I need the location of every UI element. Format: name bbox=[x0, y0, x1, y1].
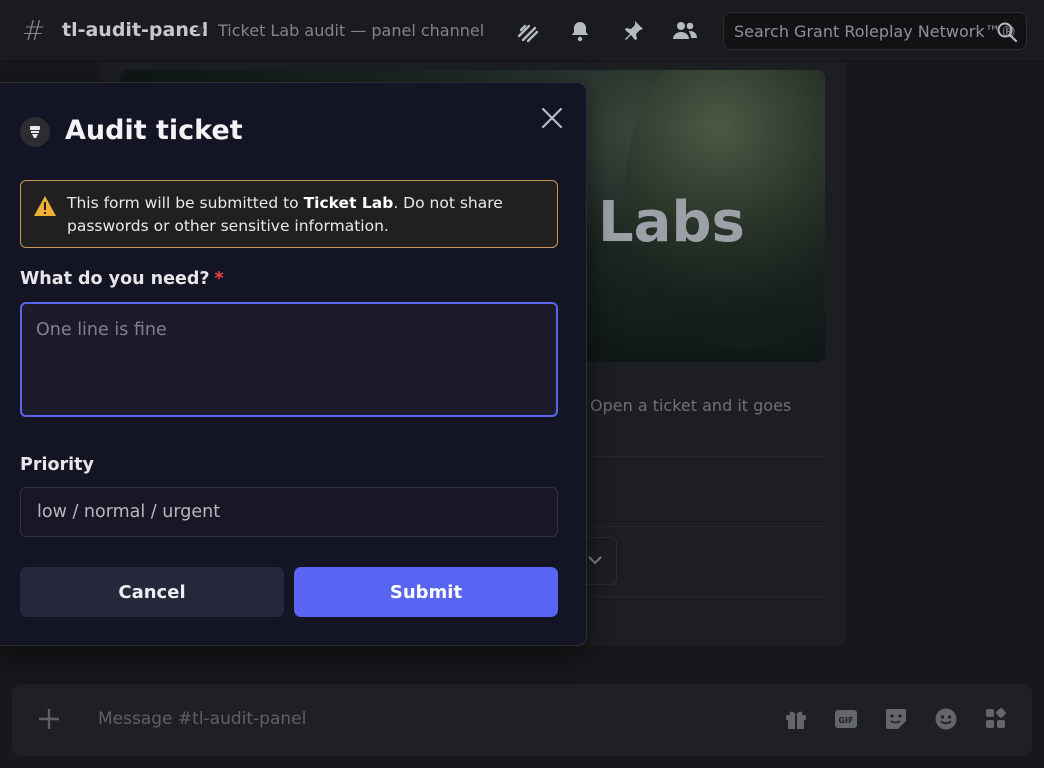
search-icon bbox=[996, 21, 1018, 43]
embed-divider bbox=[586, 526, 824, 527]
threads-icon[interactable] bbox=[515, 18, 541, 44]
banner-text: Labs bbox=[598, 190, 745, 255]
sticker-icon[interactable] bbox=[883, 706, 909, 732]
priority-field-label: Priority bbox=[20, 455, 94, 475]
audit-ticket-modal: Audit ticket This form will be submitted… bbox=[0, 82, 587, 646]
emoji-icon[interactable] bbox=[933, 706, 959, 732]
channel-topic[interactable]: Ticket Lab audit — panel channel bbox=[218, 21, 484, 40]
chevron-down-icon bbox=[588, 556, 602, 565]
embed-description: Open a ticket and it goes bbox=[590, 396, 792, 415]
bell-icon[interactable] bbox=[567, 18, 593, 44]
app-logo-icon bbox=[20, 117, 50, 147]
hash-icon: # bbox=[22, 14, 46, 47]
priority-input[interactable] bbox=[20, 487, 558, 537]
search-placeholder: Search Grant Roleplay Network™® bbox=[734, 22, 1017, 41]
gif-icon[interactable]: GIF bbox=[833, 706, 859, 732]
embed-divider bbox=[586, 456, 824, 457]
cancel-button[interactable]: Cancel bbox=[20, 567, 284, 617]
gift-icon[interactable] bbox=[783, 706, 809, 732]
header-divider bbox=[196, 26, 204, 34]
need-field-label: What do you need? * bbox=[20, 269, 224, 289]
pin-icon[interactable] bbox=[620, 18, 646, 44]
channel-name: tl-audit-panel bbox=[62, 19, 209, 41]
search-box[interactable]: Search Grant Roleplay Network™® bbox=[723, 12, 1027, 50]
warning-icon bbox=[33, 195, 57, 217]
message-composer[interactable]: Message #tl-audit-panel GIF bbox=[12, 684, 1032, 756]
warning-text: This form will be submitted to Ticket La… bbox=[67, 194, 503, 235]
submit-button[interactable]: Submit bbox=[294, 567, 558, 617]
modal-title: Audit ticket bbox=[65, 115, 243, 146]
need-textarea[interactable] bbox=[20, 302, 558, 417]
required-mark: * bbox=[214, 269, 224, 289]
svg-text:GIF: GIF bbox=[838, 716, 853, 725]
composer-placeholder: Message #tl-audit-panel bbox=[98, 709, 307, 729]
app-window: # tl-audit-panel Ticket Lab audit — pane… bbox=[0, 0, 1044, 768]
plus-icon[interactable] bbox=[36, 706, 62, 732]
embed-divider bbox=[586, 596, 824, 597]
warning-notice: This form will be submitted to Ticket La… bbox=[20, 180, 558, 248]
channel-header: # tl-audit-panel Ticket Lab audit — pane… bbox=[0, 0, 1044, 62]
close-icon[interactable] bbox=[539, 105, 565, 131]
apps-icon[interactable] bbox=[983, 706, 1009, 732]
members-icon[interactable] bbox=[672, 18, 698, 44]
